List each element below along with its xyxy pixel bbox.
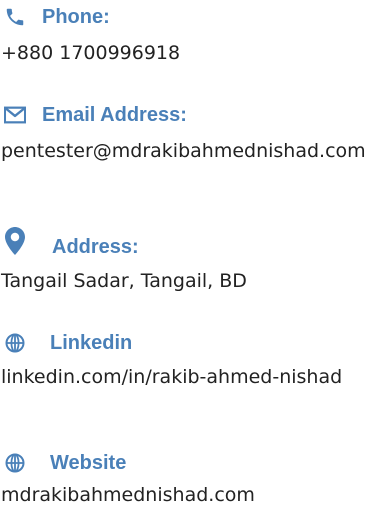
linkedin-value[interactable]: linkedin.com/in/rakib-ahmed-nishad [0, 362, 367, 392]
contact-header-linkedin: Linkedin [0, 330, 369, 356]
address-value: Tangail Sadar, Tangail, BD [1, 270, 247, 292]
envelope-icon [2, 102, 28, 128]
phone-value[interactable]: +880 1700996918 [0, 38, 367, 68]
contact-item-phone: Phone: +880 1700996918 [0, 4, 369, 68]
phone-label: Phone: [42, 6, 110, 28]
contact-item-website: Website mdrakibahmednishad.com [0, 450, 369, 510]
website-label: Website [50, 452, 127, 474]
website-value[interactable]: mdrakibahmednishad.com [0, 480, 367, 510]
contact-header-address: Address: [0, 226, 369, 258]
contact-item-email: Email Address: pentester@mdrakibahmednis… [0, 102, 369, 166]
contact-header-phone: Phone: [0, 4, 369, 30]
globe-icon [2, 330, 28, 356]
address-label: Address: [52, 236, 139, 258]
contact-info-list: Phone: +880 1700996918 Email Address: pe… [0, 0, 369, 515]
email-value[interactable]: pentester@mdrakibahmednishad.com [0, 136, 367, 166]
map-marker-icon [2, 226, 28, 256]
contact-item-address: Address: Tangail Sadar, Tangail, BD [0, 226, 369, 296]
globe-icon [2, 450, 28, 476]
contact-header-website: Website [0, 450, 369, 476]
contact-item-linkedin: Linkedin linkedin.com/in/rakib-ahmed-nis… [0, 330, 369, 392]
phone-icon [2, 4, 28, 30]
contact-header-email: Email Address: [0, 102, 369, 128]
linkedin-label: Linkedin [50, 332, 133, 354]
email-label: Email Address: [42, 104, 187, 126]
